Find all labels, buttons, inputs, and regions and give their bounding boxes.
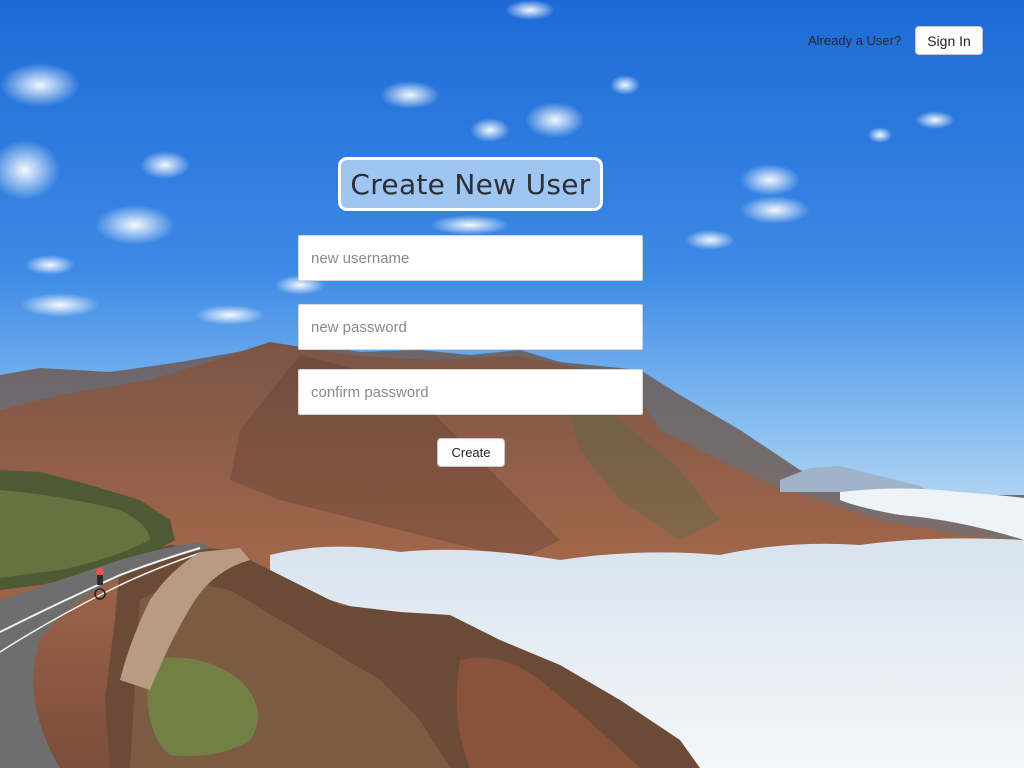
confirm-password-input[interactable] <box>298 369 643 415</box>
create-button[interactable]: Create <box>437 438 505 467</box>
sign-in-button[interactable]: Sign In <box>915 26 983 55</box>
form-title-panel: Create New User <box>338 157 603 211</box>
page: Already a User? Sign In Create New User … <box>0 0 1024 768</box>
new-password-input[interactable] <box>298 304 643 350</box>
already-user-text: Already a User? <box>808 33 902 48</box>
new-username-input[interactable] <box>298 235 643 281</box>
form-title: Create New User <box>350 167 591 201</box>
